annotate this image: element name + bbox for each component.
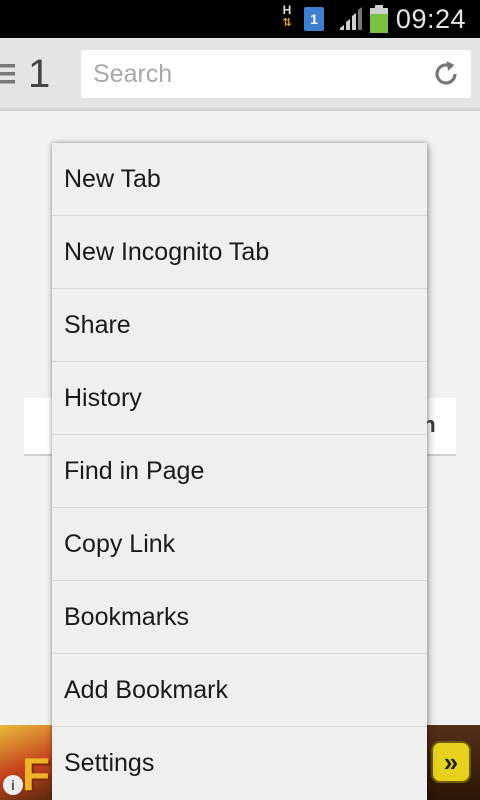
network-type-label: H [282,3,292,17]
tab-switcher-button[interactable]: 1 [28,50,58,98]
data-activity-icon: ⇅ [282,17,292,29]
signal-strength-icon [340,7,362,30]
battery-icon [370,5,388,33]
menu-item-add-bookmark[interactable]: Add Bookmark [52,654,427,727]
menu-item-new-incognito-tab[interactable]: New Incognito Tab [52,216,427,289]
menu-item-find-in-page[interactable]: Find in Page [52,435,427,508]
omnibox[interactable] [81,50,471,98]
browser-toolbar: 1 [0,38,480,111]
status-bar: H ⇅ 1 09:24 [0,0,480,38]
reload-icon[interactable] [431,59,461,89]
menu-item-bookmarks[interactable]: Bookmarks [52,581,427,654]
search-input[interactable] [81,50,421,98]
menu-item-settings[interactable]: Settings [52,727,427,800]
notification-badge-icon: 1 [304,7,324,31]
menu-item-new-tab[interactable]: New Tab [52,143,427,216]
network-type-icon: H ⇅ [280,4,294,34]
ad-info-icon[interactable]: i [3,775,23,795]
menu-item-copy-link[interactable]: Copy Link [52,508,427,581]
hamburger-icon[interactable] [0,62,18,86]
menu-item-history[interactable]: History [52,362,427,435]
overflow-menu: New Tab New Incognito Tab Share History … [52,143,427,800]
ad-action-area[interactable]: » [427,725,480,800]
clock: 09:24 [395,4,466,34]
ad-forward-icon[interactable]: » [431,741,471,783]
ad-logo-letter: F [22,748,51,800]
menu-item-share[interactable]: Share [52,289,427,362]
